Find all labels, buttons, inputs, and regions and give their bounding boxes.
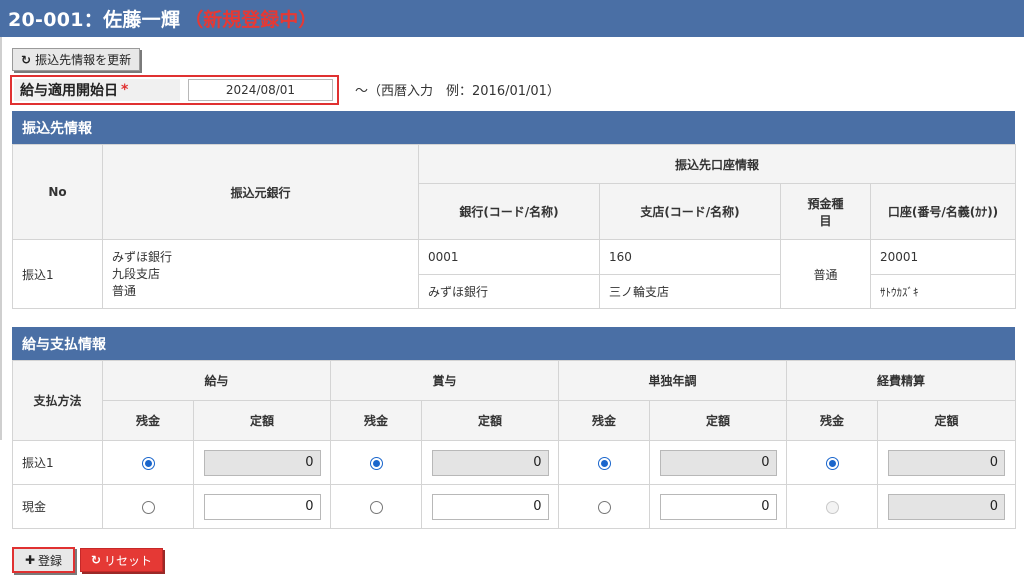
payment-table: 支払方法 給与 賞与 単独年調 経費精算 残金 定額 残金 定額 残金 定額 残…: [12, 360, 1017, 529]
bank-name: みずほ銀行: [418, 274, 600, 309]
col-method: 支払方法: [12, 360, 103, 441]
branch-code: 160: [599, 239, 781, 275]
register-label: 登録: [38, 553, 63, 568]
title-bar: 20-001：佐藤一輝 （新規登録中）: [0, 0, 1024, 37]
salary-remain-radio[interactable]: [141, 456, 155, 470]
col-expense: 経費精算: [786, 360, 1017, 401]
payment-section-header: 給与支払情報: [12, 327, 1015, 360]
bonus-remain-radio[interactable]: [369, 456, 383, 470]
refresh-icon: ↻: [21, 52, 32, 67]
bonus-fixed-input[interactable]: 0: [431, 449, 549, 476]
branch-name: 三ノ輪支店: [599, 274, 781, 309]
bonus-remain-radio[interactable]: [369, 500, 383, 514]
source-bank-cell: みずほ銀行 九段支店 普通: [102, 239, 419, 309]
status-label: （新規登録中）: [184, 9, 318, 31]
reset-button[interactable]: ↻ リセット: [80, 548, 163, 572]
account-number: 20001: [869, 239, 1017, 275]
salary-fixed-input[interactable]: 0: [203, 449, 321, 476]
refresh-icon: ↻: [90, 553, 102, 567]
payment-section-title: 給与支払情報: [22, 336, 106, 353]
source-account-type: 普通: [112, 283, 137, 298]
method-label: 振込1: [12, 440, 103, 485]
plus-icon: ✚: [24, 553, 36, 567]
register-button[interactable]: ✚ 登録: [12, 547, 75, 573]
transfer-section-title: 振込先情報: [22, 120, 92, 137]
expense-fixed-input: 0: [888, 493, 1006, 520]
expense-remain-radio[interactable]: [825, 456, 839, 470]
required-mark: *: [121, 82, 129, 98]
col-fixed: 定額: [192, 400, 332, 441]
start-date-input[interactable]: 2024/08/01: [188, 79, 333, 101]
transfer-section-header: 振込先情報: [12, 111, 1015, 144]
salary-remain-radio[interactable]: [141, 500, 155, 514]
year-end-fixed-input[interactable]: 0: [659, 493, 777, 520]
left-divider: [0, 37, 2, 440]
deposit-type: 普通: [780, 239, 871, 309]
salary-fixed-input[interactable]: 0: [203, 493, 321, 520]
year-end-remain-radio[interactable]: [597, 500, 611, 514]
col-remain: 残金: [786, 400, 879, 441]
col-remain: 残金: [330, 400, 423, 441]
bank-code: 0001: [418, 239, 600, 275]
year-end-remain-radio[interactable]: [597, 456, 611, 470]
bonus-fixed-input[interactable]: 0: [431, 493, 549, 520]
col-remain: 残金: [558, 400, 651, 441]
start-date-label: 給与適用開始日 *: [14, 79, 180, 101]
col-account: 口座(番号/名義(ｶﾅ)): [869, 183, 1017, 240]
col-deposit-type: 預金種目: [780, 183, 871, 240]
table-row: 現金 0 0 0 0: [12, 484, 1017, 529]
col-source-bank: 振込元銀行: [102, 144, 419, 240]
expense-fixed-input[interactable]: 0: [888, 449, 1006, 476]
date-format-hint: ～（西暦入力 例：2016/01/01）: [355, 84, 560, 99]
col-fixed: 定額: [649, 400, 788, 441]
expense-remain-radio: [825, 500, 839, 514]
col-fixed: 定額: [421, 400, 560, 441]
table-row: 振込1 みずほ銀行 九段支店 普通 0001 160 普通 20001: [12, 239, 1017, 309]
col-branch: 支店(コード/名称): [599, 183, 781, 240]
col-dest-group: 振込先口座情報: [417, 144, 1017, 184]
transfer-table: No 振込元銀行 振込先口座情報 銀行(コード/名称) 支店(コード/名称) 預…: [12, 144, 1017, 309]
col-remain: 残金: [102, 400, 194, 441]
col-salary: 給与: [101, 360, 332, 401]
col-year-end: 単独年調: [558, 360, 788, 401]
page-title: 20-001：佐藤一輝: [8, 9, 181, 31]
update-transfer-button[interactable]: ↻ 振込先情報を更新: [12, 48, 141, 71]
col-bank: 銀行(コード/名称): [418, 183, 600, 240]
year-end-fixed-input[interactable]: 0: [659, 449, 777, 476]
source-bank-name: みずほ銀行: [112, 249, 173, 264]
reset-label: リセット: [104, 553, 153, 568]
method-label: 現金: [12, 484, 103, 529]
source-branch-name: 九段支店: [112, 266, 161, 281]
col-bonus: 賞与: [330, 360, 560, 401]
start-date-label-text: 給与適用開始日: [20, 83, 118, 99]
start-date-field-group: 給与適用開始日 * 2024/08/01: [10, 75, 339, 105]
col-no: No: [12, 144, 103, 240]
update-transfer-label: 振込先情報を更新: [35, 53, 132, 67]
col-fixed: 定額: [877, 400, 1017, 441]
row-no: 振込1: [12, 239, 103, 309]
account-holder: ｻﾄｳｶｽﾞｷ: [869, 274, 1017, 309]
table-row: 振込1 0 0 0 0: [12, 440, 1017, 485]
